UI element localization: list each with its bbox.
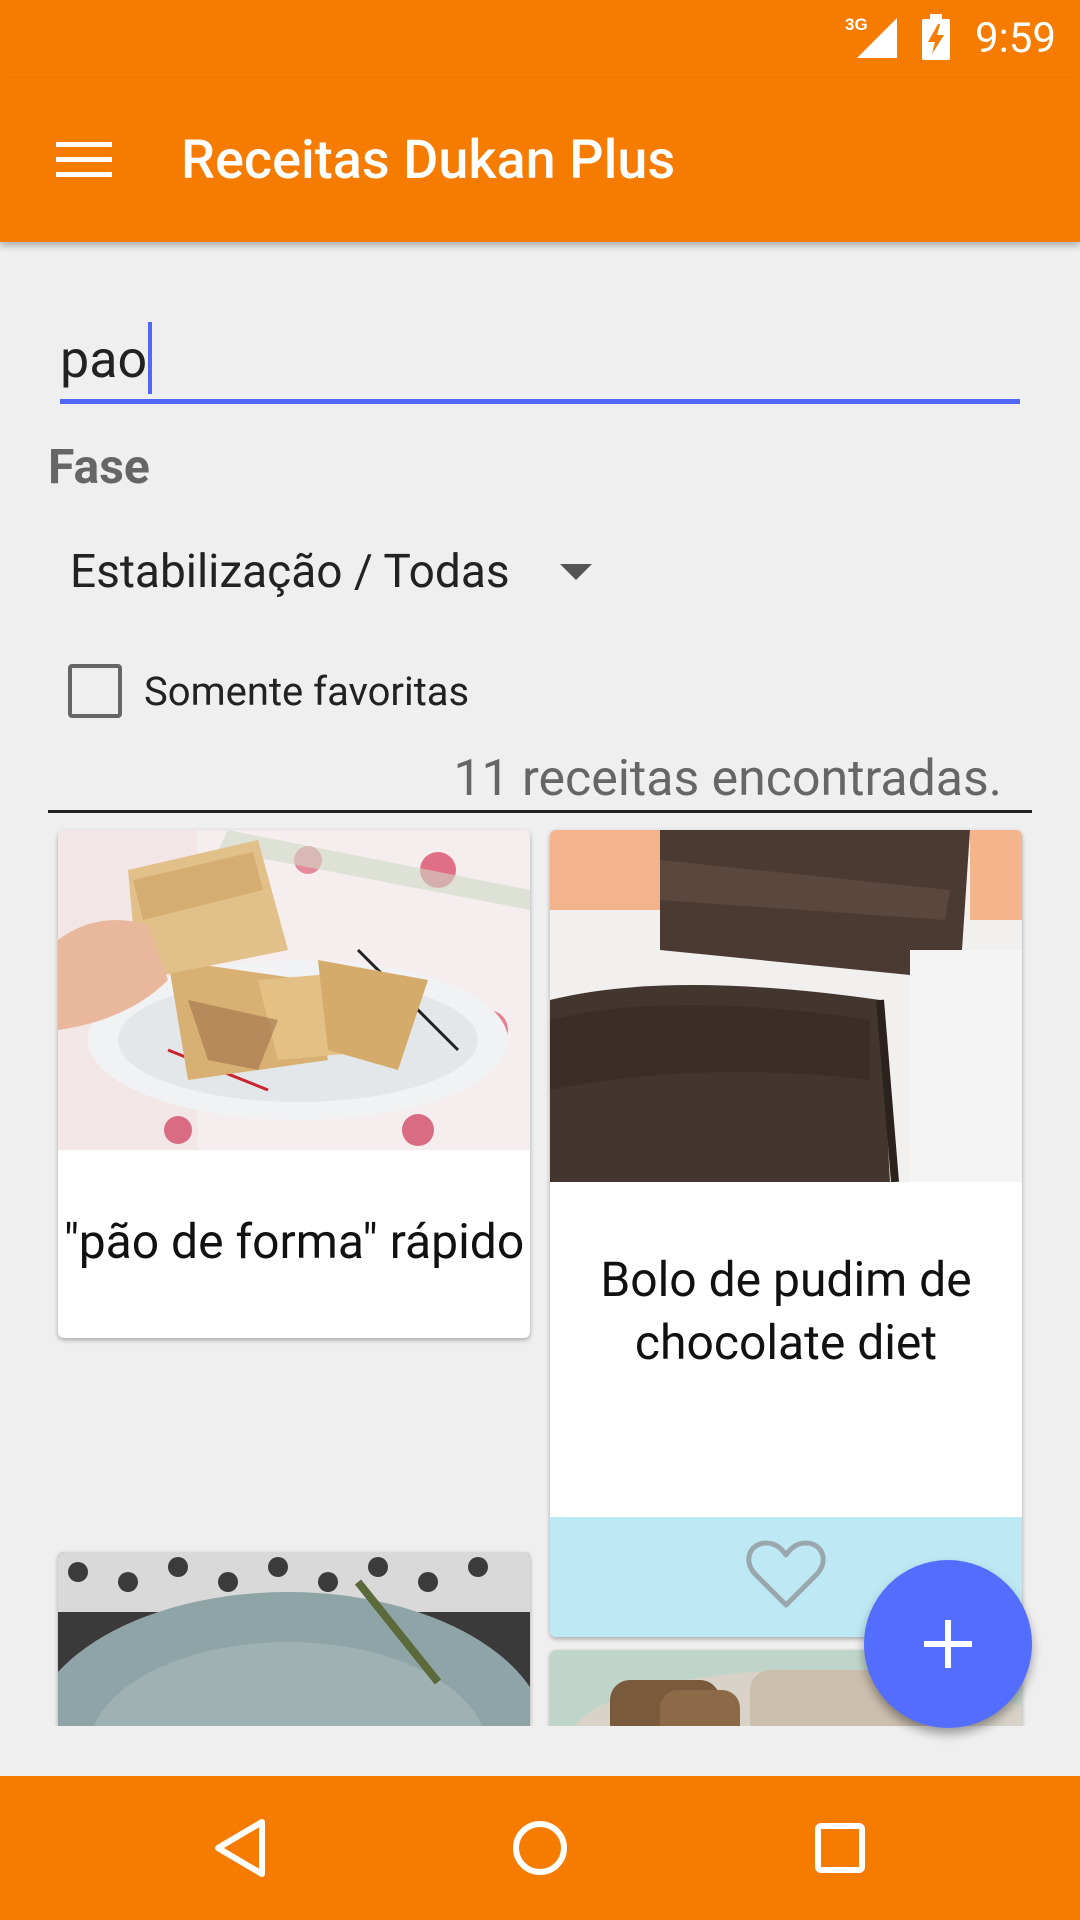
recipe-image[interactable] — [58, 1552, 530, 1726]
recents-square-icon[interactable] — [804, 1812, 876, 1884]
search-input-value: pao — [60, 329, 148, 390]
checkbox-box[interactable] — [68, 664, 122, 718]
search-underline — [60, 399, 1020, 404]
results-count: 11 receitas encontradas. — [453, 750, 1002, 808]
phase-label: Fase — [48, 438, 150, 495]
signal-3g-icon: 3G — [845, 15, 897, 58]
plus-icon — [924, 1620, 972, 1668]
navigation-bar — [0, 1776, 1080, 1920]
status-bar: 3G 9:59 — [0, 0, 1080, 78]
heart-outline-icon[interactable] — [746, 1537, 826, 1611]
phase-spinner[interactable]: Estabilização / Todas — [70, 540, 592, 604]
recipe-title: "pão de forma" rápido — [63, 1213, 525, 1270]
hamburger-menu-icon[interactable] — [40, 128, 120, 192]
search-input[interactable]: pao — [60, 320, 1020, 408]
add-recipe-button[interactable] — [864, 1560, 1032, 1728]
back-triangle-icon[interactable] — [206, 1812, 278, 1884]
home-circle-icon[interactable] — [504, 1812, 576, 1884]
recipe-title: Bolo de pudim de chocolate diet — [600, 1251, 972, 1371]
recipe-card[interactable] — [58, 1552, 530, 1726]
dropdown-arrow-icon — [560, 564, 592, 580]
app-title: Receitas Dukan Plus — [181, 129, 676, 192]
divider — [48, 810, 1032, 813]
recipe-card[interactable]: "pão de forma" rápido — [58, 830, 530, 1338]
svg-text:3G: 3G — [845, 15, 868, 34]
text-caret — [148, 322, 152, 394]
phase-selected-value: Estabilização / Todas — [70, 545, 510, 599]
battery-charging-icon — [922, 14, 950, 60]
recipe-image[interactable] — [550, 830, 1022, 1182]
favorites-only-label: Somente favoritas — [144, 668, 470, 715]
recipe-card[interactable]: Bolo de pudim de chocolate diet — [550, 830, 1022, 1637]
app-bar: Receitas Dukan Plus — [0, 78, 1080, 242]
status-time: 9:59 — [975, 14, 1056, 63]
recipe-image[interactable] — [58, 830, 530, 1150]
